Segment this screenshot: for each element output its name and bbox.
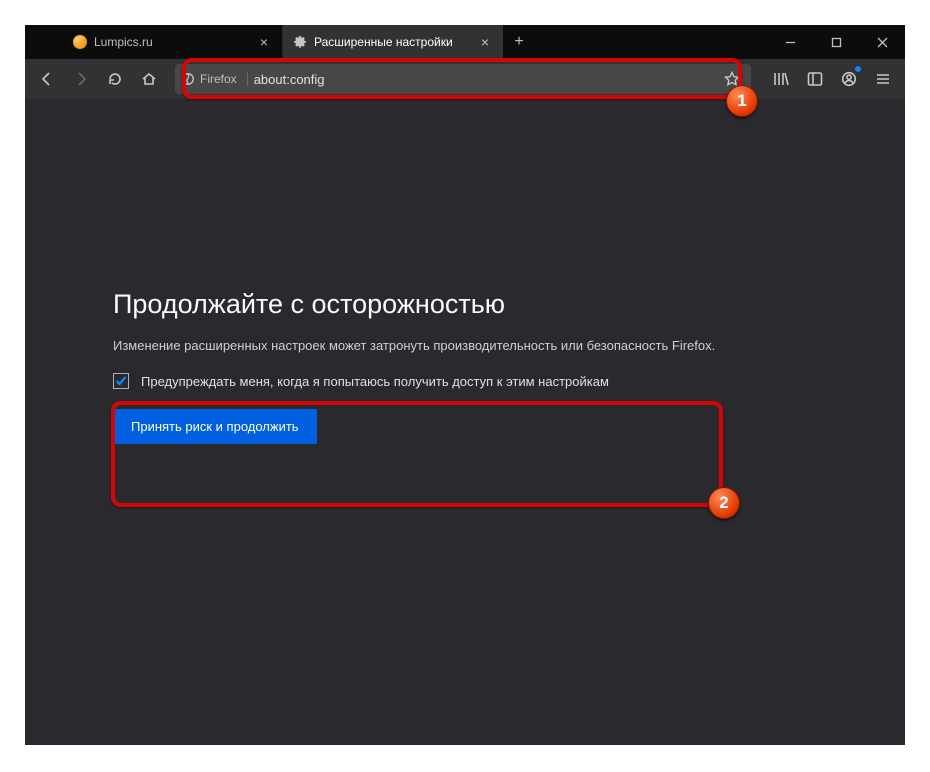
checkbox-icon[interactable] — [113, 373, 129, 389]
tab-about-config[interactable]: Расширенные настройки × — [283, 25, 503, 59]
home-button[interactable] — [133, 63, 165, 95]
titlebar: Lumpics.ru × Расширенные настройки × + — [25, 25, 905, 59]
firefox-icon — [181, 72, 195, 86]
browser-window: Lumpics.ru × Расширенные настройки × + — [25, 25, 905, 745]
reload-button[interactable] — [99, 63, 131, 95]
bookmark-star-button[interactable] — [719, 71, 745, 87]
window-controls — [767, 25, 905, 59]
close-icon[interactable]: × — [256, 32, 272, 52]
close-icon[interactable]: × — [477, 32, 493, 52]
favicon-icon — [73, 35, 87, 49]
checkbox-label: Предупреждать меня, когда я попытаюсь по… — [141, 374, 609, 389]
notification-dot-icon — [854, 65, 862, 73]
identity-box[interactable]: Firefox — [181, 72, 248, 86]
page-title: Продолжайте с осторожностью — [113, 289, 845, 320]
warning-text: Изменение расширенных настроек может зат… — [113, 338, 845, 353]
tab-title: Lumpics.ru — [94, 35, 249, 49]
sidebar-button[interactable] — [799, 63, 831, 95]
page-content: Продолжайте с осторожностью Изменение ра… — [25, 99, 905, 745]
tab-title: Расширенные настройки — [314, 35, 470, 49]
url-input[interactable]: about:config — [254, 72, 719, 87]
toolbar-right — [765, 63, 899, 95]
urlbar-container: Firefox about:config — [175, 64, 751, 94]
tab-spacer — [25, 25, 63, 59]
back-button[interactable] — [31, 63, 63, 95]
toolbar: Firefox about:config — [25, 59, 905, 99]
maximize-button[interactable] — [813, 25, 859, 59]
identity-label: Firefox — [200, 72, 237, 86]
tab-lumpics[interactable]: Lumpics.ru × — [63, 25, 283, 59]
window-close-button[interactable] — [859, 25, 905, 59]
show-warning-checkbox[interactable]: Предупреждать меня, когда я попытаюсь по… — [113, 373, 845, 389]
about-config-warning: Продолжайте с осторожностью Изменение ра… — [25, 99, 845, 444]
accept-risk-button[interactable]: Принять риск и продолжить — [113, 409, 317, 444]
minimize-button[interactable] — [767, 25, 813, 59]
gear-icon — [293, 35, 307, 49]
new-tab-button[interactable]: + — [503, 25, 535, 59]
urlbar[interactable]: Firefox about:config — [175, 64, 751, 94]
forward-button[interactable] — [65, 63, 97, 95]
account-button[interactable] — [833, 63, 865, 95]
app-menu-button[interactable] — [867, 63, 899, 95]
library-button[interactable] — [765, 63, 797, 95]
